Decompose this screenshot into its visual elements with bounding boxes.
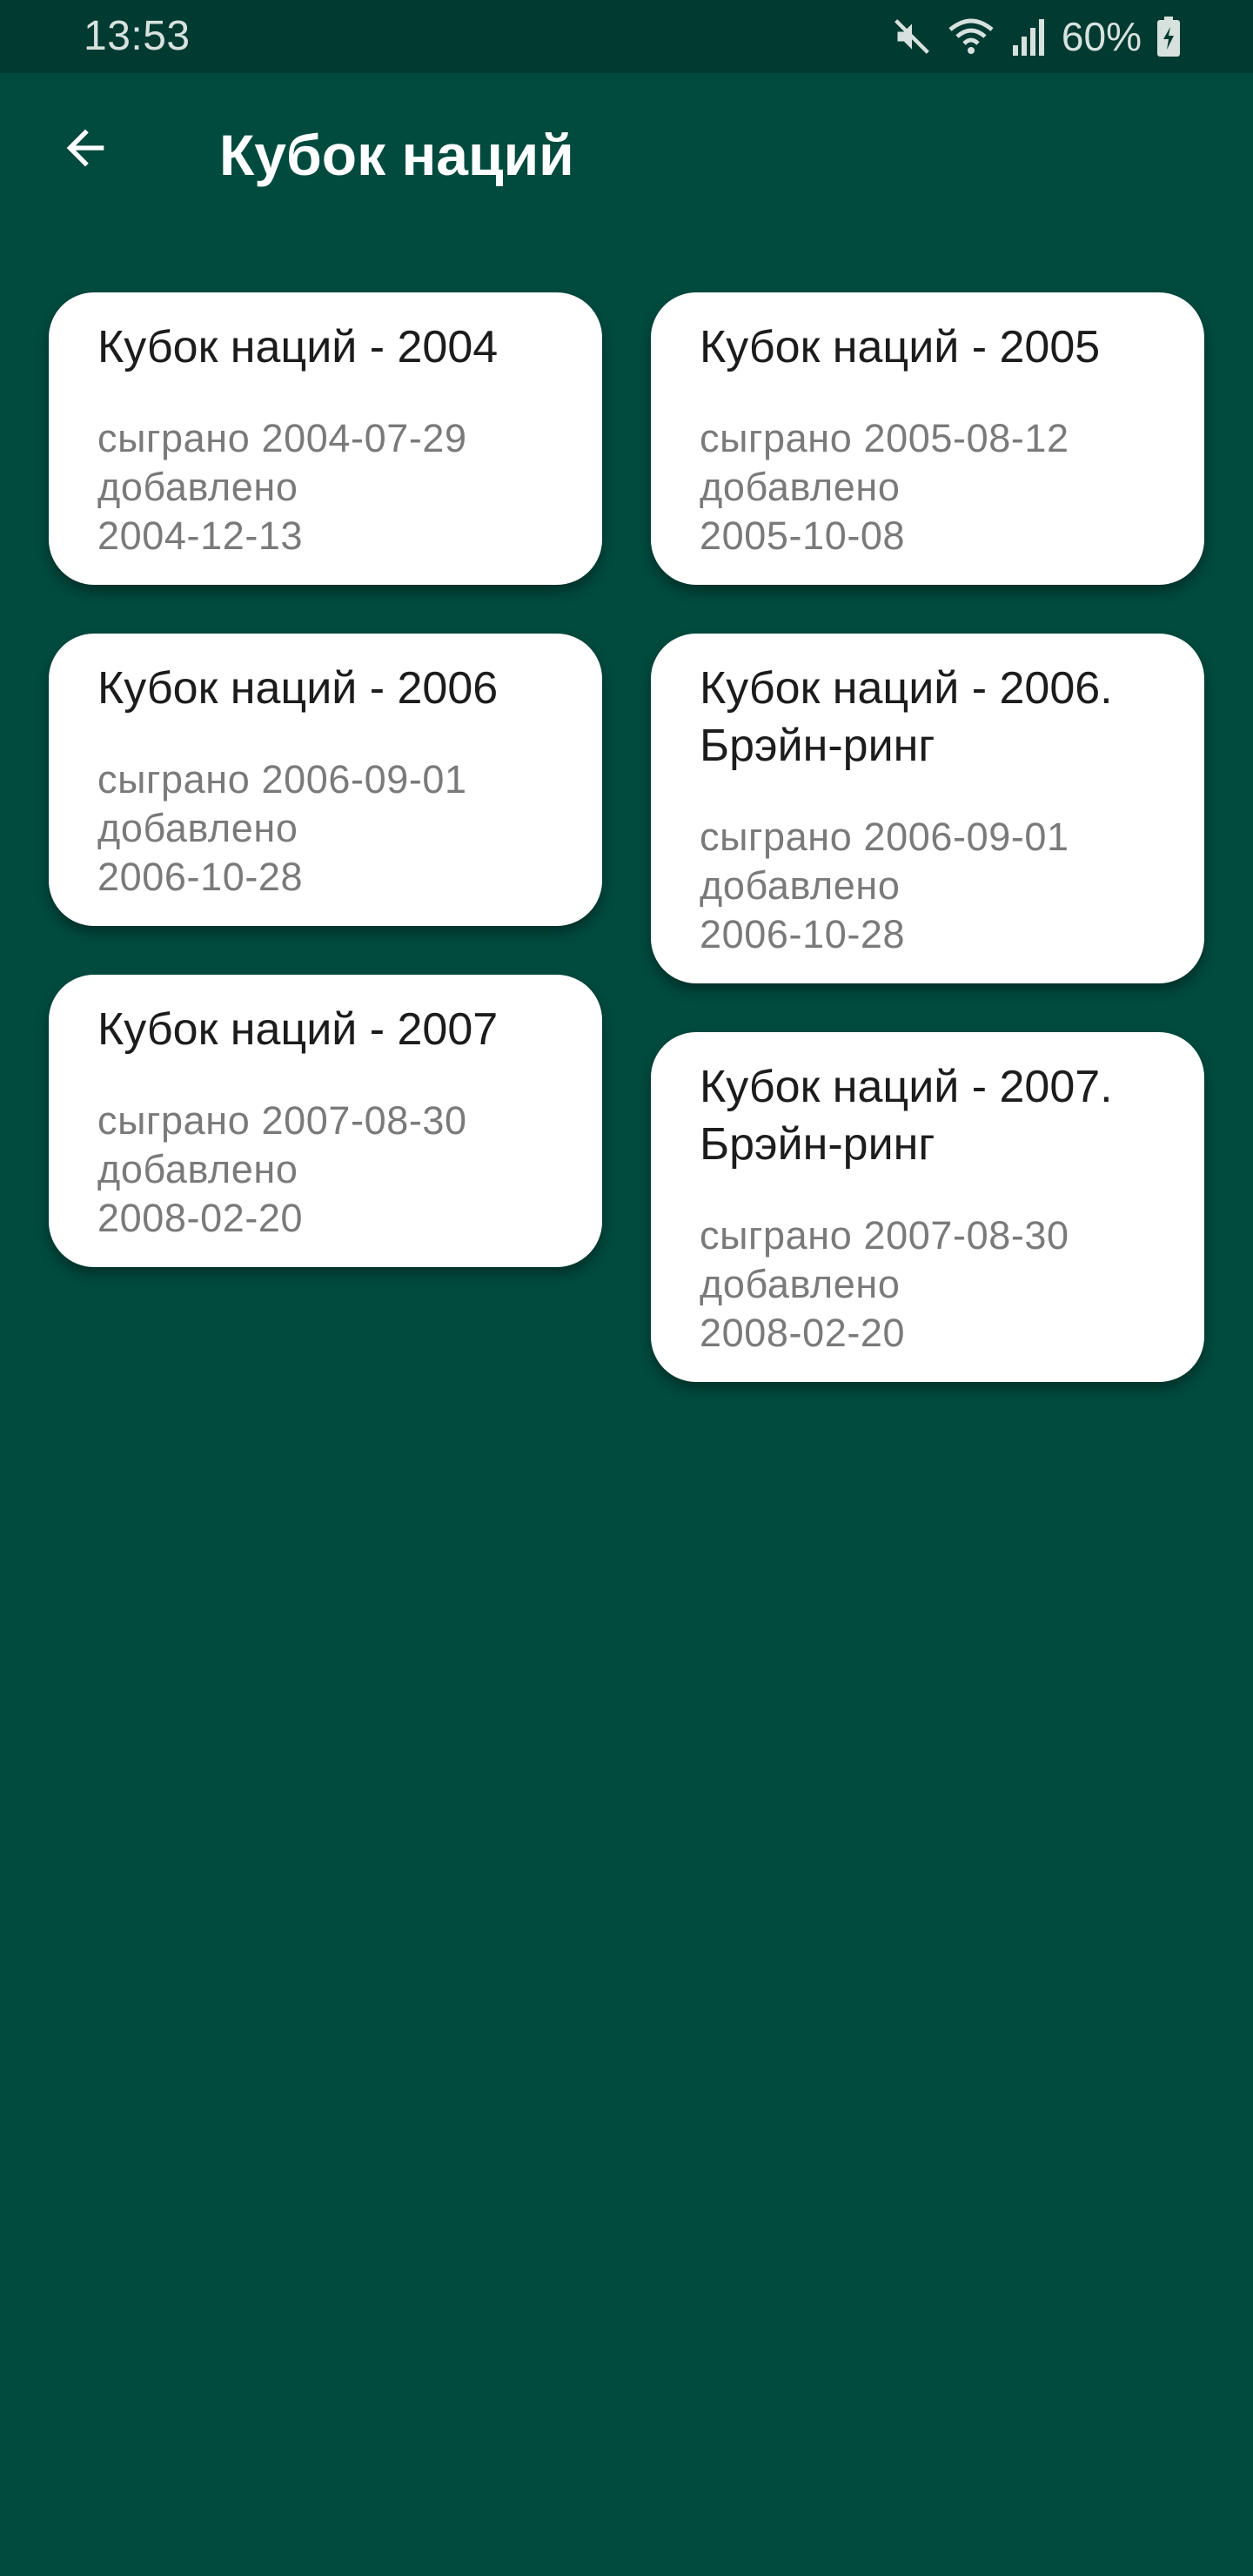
signal-icon <box>1011 17 1046 56</box>
added-date: 2005-10-08 <box>700 513 906 558</box>
played-date: сыграно 2007-08-30 <box>97 1098 467 1143</box>
added-label: добавлено <box>97 465 298 509</box>
package-meta: сыграно 2007-08-30 добавлено 2008-02-20 <box>97 1097 553 1243</box>
mute-icon <box>893 17 931 56</box>
added-date: 2008-02-20 <box>97 1196 304 1240</box>
added-label: добавлено <box>700 1262 901 1306</box>
played-date: сыграно 2004-07-29 <box>97 416 467 460</box>
package-title: Кубок наций - 2007 <box>97 1004 499 1055</box>
package-card[interactable]: Кубок наций - 2004 сыграно 2004-07-29 до… <box>49 292 602 585</box>
added-label: добавлено <box>700 465 901 509</box>
package-card[interactable]: Кубок наций - 2006. Брэйн-ринг сыграно 2… <box>651 634 1204 983</box>
status-time: 13:53 <box>84 13 191 59</box>
package-card[interactable]: Кубок наций - 2007 сыграно 2007-08-30 до… <box>49 975 602 1267</box>
wifi-icon <box>947 16 995 57</box>
package-title: Кубок наций - 2007. Брэйн-ринг <box>700 1062 1113 1170</box>
package-title: Кубок наций - 2006 <box>97 663 499 714</box>
package-meta: сыграно 2007-08-30 добавлено 2008-02-20 <box>700 1211 1156 1358</box>
added-date: 2008-02-20 <box>700 1311 906 1355</box>
package-meta: сыграно 2005-08-12 добавлено 2005-10-08 <box>700 414 1156 560</box>
package-card[interactable]: Кубок наций - 2005 сыграно 2005-08-12 до… <box>651 292 1204 585</box>
added-date: 2006-10-28 <box>700 912 906 956</box>
added-date: 2006-10-28 <box>97 855 304 899</box>
package-grid: Кубок наций - 2004 сыграно 2004-07-29 до… <box>49 292 1204 1382</box>
played-date: сыграно 2007-08-30 <box>700 1213 1069 1258</box>
package-card[interactable]: Кубок наций - 2006 сыграно 2006-09-01 до… <box>49 634 602 926</box>
package-title: Кубок наций - 2004 <box>97 322 499 372</box>
played-date: сыграно 2006-09-01 <box>97 757 467 802</box>
added-label: добавлено <box>97 806 298 850</box>
package-meta: сыграно 2006-09-01 добавлено 2006-10-28 <box>97 755 553 902</box>
played-date: сыграно 2005-08-12 <box>700 416 1069 460</box>
package-meta: сыграно 2004-07-29 добавлено 2004-12-13 <box>97 414 553 560</box>
played-date: сыграно 2006-09-01 <box>700 815 1069 859</box>
package-title: Кубок наций - 2005 <box>700 322 1101 372</box>
added-date: 2004-12-13 <box>97 513 304 558</box>
package-card[interactable]: Кубок наций - 2007. Брэйн-ринг сыграно 2… <box>651 1032 1204 1382</box>
battery-percent: 60% <box>1061 14 1142 59</box>
added-label: добавлено <box>97 1147 298 1191</box>
package-title: Кубок наций - 2006. Брэйн-ринг <box>700 663 1113 771</box>
added-label: добавлено <box>700 863 901 908</box>
page-title: Кубок наций <box>219 123 574 187</box>
app-bar: Кубок наций <box>0 73 1253 247</box>
grid-column-right: Кубок наций - 2005 сыграно 2005-08-12 до… <box>651 292 1204 1382</box>
back-button[interactable] <box>44 108 127 191</box>
grid-column-left: Кубок наций - 2004 сыграно 2004-07-29 до… <box>49 292 602 1382</box>
arrow-back-icon <box>57 120 113 180</box>
battery-icon <box>1157 17 1180 57</box>
status-icons: 60% <box>893 12 1180 61</box>
status-bar: 13:53 60% <box>0 0 1253 73</box>
package-meta: сыграно 2006-09-01 добавлено 2006-10-28 <box>700 813 1156 959</box>
